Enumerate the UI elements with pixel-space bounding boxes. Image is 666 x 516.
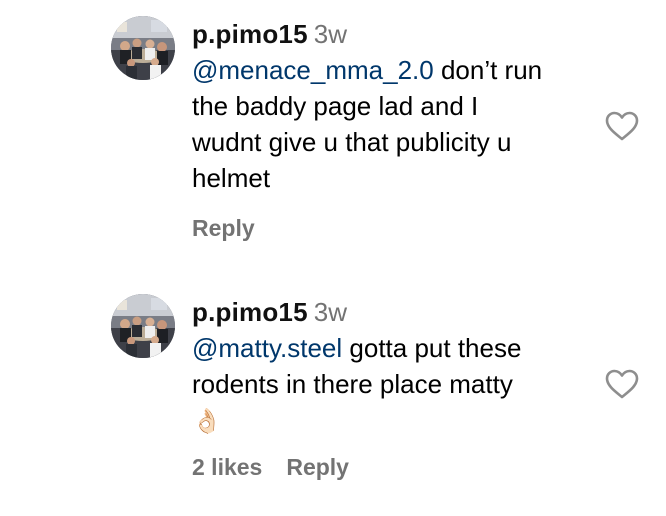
avatar[interactable] <box>111 294 175 358</box>
comment-timestamp[interactable]: 3w <box>314 297 347 327</box>
reply-button[interactable]: Reply <box>286 454 349 480</box>
comment-content: p.pimo15 3w @menace_mma_2.0 don’t run the… <box>192 16 592 196</box>
likes-count-button[interactable]: 2 likes <box>192 454 262 480</box>
comment-text-line: the baddy page lad and I <box>192 91 479 121</box>
heart-outline-icon[interactable] <box>605 111 639 141</box>
ok-hand-emoji: 👌🏻 <box>192 408 222 435</box>
username-link[interactable]: p.pimo15 <box>192 19 308 49</box>
avatar-photo <box>111 16 175 80</box>
comment-text-line: gotta put these <box>342 333 522 363</box>
username-link[interactable]: p.pimo15 <box>192 297 308 327</box>
comment-text-line: wudnt give u that publicity u <box>192 127 512 157</box>
reply-button[interactable]: Reply <box>192 215 255 241</box>
comment-actions: 2 likes Reply <box>192 454 349 481</box>
avatar-photo <box>111 294 175 358</box>
comment-text-line: helmet <box>192 163 271 193</box>
comment-item: p.pimo15 3w @matty.steel gotta put these … <box>0 278 666 516</box>
mention-link[interactable]: @matty.steel <box>192 333 342 363</box>
comment-header: p.pimo15 3w <box>192 294 592 330</box>
comment-header: p.pimo15 3w <box>192 16 592 52</box>
heart-outline-icon[interactable] <box>605 369 639 399</box>
comment-text: @matty.steel gotta put these rodents in … <box>192 330 592 440</box>
comment-text-line: rodents in there place matty <box>192 369 513 399</box>
comment-item: p.pimo15 3w @menace_mma_2.0 don’t run the… <box>0 0 666 260</box>
avatar[interactable] <box>111 16 175 80</box>
comment-timestamp[interactable]: 3w <box>314 19 347 49</box>
mention-link[interactable]: @menace_mma_2.0 <box>192 55 434 85</box>
comment-actions: Reply <box>192 215 255 242</box>
comment-text: @menace_mma_2.0 don’t run the baddy page… <box>192 52 592 196</box>
comment-content: p.pimo15 3w @matty.steel gotta put these … <box>192 294 592 440</box>
comment-text-line: don’t run <box>433 55 543 85</box>
